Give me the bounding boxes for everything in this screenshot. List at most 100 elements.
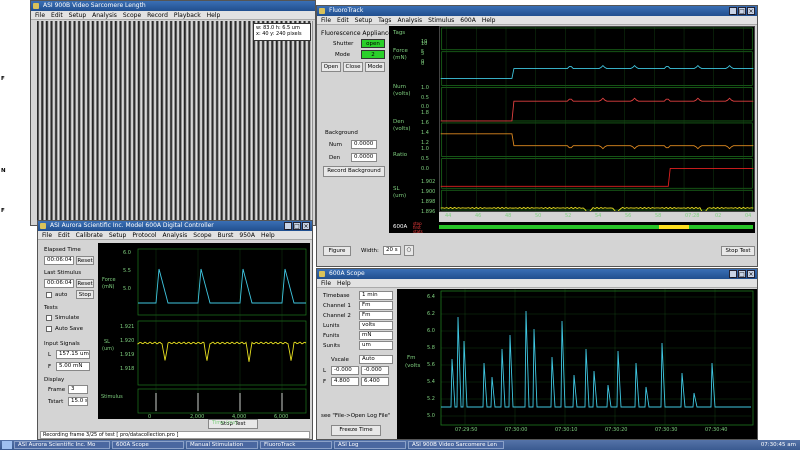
menu-item[interactable]: File	[42, 231, 52, 239]
scope-setting-select[interactable]: Fm	[359, 311, 393, 320]
open-button[interactable]: Open	[321, 62, 341, 72]
sl-tick: 1.918	[120, 366, 135, 372]
vscale-select[interactable]: Auto	[359, 355, 393, 364]
plot-band	[441, 86, 753, 122]
minimize-icon[interactable]: _	[729, 7, 737, 15]
width-label: Width:	[361, 248, 379, 254]
scope-setting-label: Funits	[323, 333, 340, 339]
menu-item[interactable]: Setup	[69, 11, 86, 19]
taskbar-item[interactable]: ASI 900B Video Sarcomere Len	[408, 441, 504, 449]
menu-item[interactable]: Scope	[193, 231, 211, 239]
menu-item[interactable]: Record	[147, 11, 168, 19]
start-icon[interactable]	[2, 441, 12, 449]
menu-item[interactable]: Calibrate	[76, 231, 103, 239]
width-field[interactable]: 20 s	[383, 246, 401, 255]
app-icon	[319, 271, 325, 277]
taskbar-item[interactable]: ASI Log	[334, 441, 406, 449]
den-trace	[440, 133, 754, 150]
num-field[interactable]: 0.0000	[351, 140, 377, 149]
scope-setting-select[interactable]: Fm	[359, 301, 393, 310]
x-tick-label: 52	[565, 213, 572, 219]
menu-item[interactable]: File	[321, 16, 331, 24]
L-min-field[interactable]: -0.000	[331, 366, 359, 375]
stop-button[interactable]: Stop	[76, 290, 94, 299]
menu-item[interactable]: Scope	[123, 11, 141, 19]
log-hint: see "File->Open Log File"	[321, 413, 391, 419]
record-background-button[interactable]: Record Background	[323, 166, 385, 177]
scope-plot[interactable]	[421, 289, 757, 439]
menu-item[interactable]: Help	[207, 11, 221, 19]
controller-titlebar[interactable]: ASI Aurora Scientific Inc. Model 600A Di…	[38, 221, 312, 231]
maximize-icon[interactable]: □	[293, 222, 301, 230]
y-tick-label: 1.4	[421, 130, 429, 136]
figure-button[interactable]: Figure	[323, 246, 351, 256]
menu-item[interactable]: Help	[337, 279, 351, 287]
stimulus-label: Stimulus	[101, 394, 123, 400]
zoom-icon[interactable]: ○	[404, 245, 414, 256]
scope-setting-select[interactable]: 1 min	[359, 291, 393, 300]
minimize-icon[interactable]: _	[729, 270, 737, 278]
menu-item[interactable]: Stimulus	[428, 16, 454, 24]
F-max-field[interactable]: 6.400	[361, 377, 389, 386]
freeze-time-button[interactable]: Freeze Time	[331, 425, 381, 436]
fluorotrack-titlebar[interactable]: FluoroTrack _ □ ×	[317, 6, 757, 16]
close-icon[interactable]: ×	[747, 270, 755, 278]
x-tick-label: 2,000	[190, 414, 205, 420]
menu-item[interactable]: 600A	[460, 16, 476, 24]
mode-button[interactable]: Mode	[365, 62, 385, 72]
reset-stimulus-button[interactable]: Reset	[76, 279, 94, 288]
sarcomere-video-image[interactable]	[37, 21, 313, 225]
scope-setting-select[interactable]: um	[359, 341, 393, 350]
menu-item[interactable]: Setup	[355, 16, 372, 24]
L-max-field[interactable]: -0.000	[361, 366, 389, 375]
menu-item[interactable]: Playback	[174, 11, 201, 19]
y-tick-label: 5.0	[427, 413, 435, 419]
reset-elapsed-button[interactable]: Reset	[76, 256, 94, 265]
close-button[interactable]: Close	[343, 62, 363, 72]
stop-test-button[interactable]: Stop Test	[721, 246, 755, 256]
minimize-icon[interactable]: _	[284, 222, 292, 230]
fluorotrack-plot[interactable]	[439, 26, 755, 212]
menu-item[interactable]: Tags	[378, 16, 391, 24]
frame-field[interactable]: 3	[68, 385, 88, 394]
taskbar-item[interactable]: ASI Aurora Scientific Inc. Mo	[14, 441, 110, 449]
menu-item[interactable]: Analysis	[92, 11, 117, 19]
scope-menubar: File Help	[317, 279, 757, 288]
menu-item[interactable]: Help	[261, 231, 275, 239]
scope-setting-select[interactable]: mN	[359, 331, 393, 340]
maximize-icon[interactable]: □	[738, 7, 746, 15]
y-tick-label: 0.5	[421, 156, 429, 162]
menu-item[interactable]: Edit	[58, 231, 70, 239]
simulate-checkbox[interactable]	[46, 315, 52, 321]
menu-item[interactable]: Edit	[51, 11, 63, 19]
menu-item[interactable]: Analysis	[397, 16, 422, 24]
menu-item[interactable]: File	[321, 279, 331, 287]
menu-item[interactable]: File	[35, 11, 45, 19]
close-icon[interactable]: ×	[302, 222, 310, 230]
frame-label: Frame	[48, 387, 66, 393]
menu-item[interactable]: Burst	[218, 231, 234, 239]
menu-item[interactable]: Analysis	[163, 231, 188, 239]
menu-item[interactable]: Setup	[109, 231, 126, 239]
menu-item[interactable]: Help	[482, 16, 496, 24]
F-min-field[interactable]: 4.800	[331, 377, 359, 386]
den-field[interactable]: 0.0000	[351, 153, 377, 162]
tstart-field[interactable]: 15.0 s	[68, 397, 88, 406]
taskbar-item[interactable]: 600A Scope	[112, 441, 184, 449]
auto-checkbox[interactable]	[46, 292, 52, 298]
autosave-checkbox[interactable]	[46, 326, 52, 332]
taskbar-item[interactable]: FluoroTrack	[260, 441, 332, 449]
close-icon[interactable]: ×	[747, 7, 755, 15]
den-label: Den	[329, 155, 341, 161]
sl-tick: 1.919	[120, 352, 135, 358]
menu-item[interactable]: Protocol	[132, 231, 156, 239]
maximize-icon[interactable]: □	[738, 270, 746, 278]
sarcomere-titlebar[interactable]: ASI 900B Video Sarcomere Length	[31, 1, 315, 11]
scope-titlebar[interactable]: 600A Scope _ □ ×	[317, 269, 757, 279]
menu-item[interactable]: Edit	[337, 16, 349, 24]
taskbar-item[interactable]: Manual Stimulation	[186, 441, 258, 449]
menu-item[interactable]: 950A	[239, 231, 255, 239]
scope-setting-label: Timebase	[323, 293, 350, 299]
app-icon	[33, 3, 39, 9]
scope-setting-select[interactable]: volts	[359, 321, 393, 330]
